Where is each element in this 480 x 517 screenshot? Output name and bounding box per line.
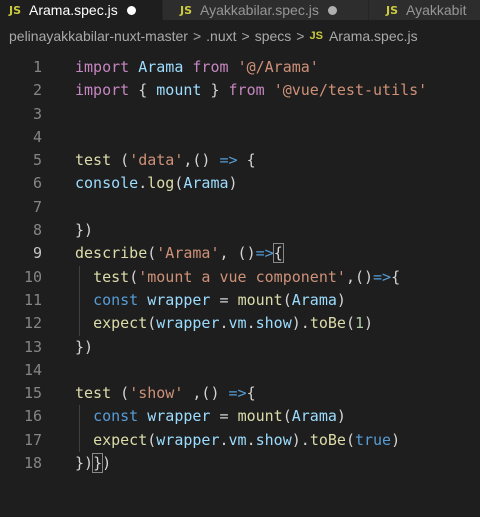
tab-label: Ayakkabilar.spec.js bbox=[200, 2, 319, 18]
code-text: describe('Arama', ()=>{ bbox=[75, 243, 284, 264]
code-line[interactable]: 5 test ('data',() => { bbox=[0, 149, 480, 172]
js-file-icon: JS bbox=[386, 3, 399, 17]
code-text: import { mount } from '@vue/test-utils' bbox=[75, 81, 428, 100]
tab-ayakkabit[interactable]: JS Ayakkabit bbox=[369, 0, 480, 20]
line-number: 2 bbox=[32, 81, 42, 100]
code-line[interactable]: 10 test('mount a vue component',()=>{ bbox=[0, 265, 480, 289]
code-line[interactable]: 15 test ('show' ,() =>{ bbox=[0, 382, 480, 405]
code-text: const wrapper = mount(Arama) bbox=[93, 290, 346, 309]
code-text: const wrapper = mount(Arama) bbox=[93, 407, 346, 426]
tab-ayakkabilar-spec[interactable]: JS Ayakkabilar.spec.js bbox=[163, 0, 369, 20]
breadcrumb: pelinayakkabilar-nuxt-master > .nuxt > s… bbox=[0, 24, 480, 48]
code-text: console.log(Arama) bbox=[75, 174, 238, 193]
code-line[interactable]: 16 const wrapper = mount(Arama) bbox=[0, 405, 480, 429]
code-text: test ('data',() => { bbox=[75, 151, 256, 170]
code-line[interactable]: 2 import { mount } from '@vue/test-utils' bbox=[0, 79, 480, 102]
breadcrumb-item-file[interactable]: Arama.spec.js bbox=[329, 28, 418, 44]
code-line[interactable]: 11 const wrapper = mount(Arama) bbox=[0, 288, 480, 313]
js-file-icon: JS bbox=[9, 3, 22, 17]
code-line[interactable]: 4 bbox=[0, 126, 480, 149]
line-number: 5 bbox=[32, 151, 42, 170]
code-text: test ('show' ,() =>{ bbox=[75, 384, 256, 403]
code-text: expect(wrapper.vm.show).toBe(1) bbox=[93, 314, 374, 333]
code-editor[interactable]: 1 import Arama from '@/Arama' 2 import { m… bbox=[0, 56, 480, 475]
code-text: test('mount a vue component',()=>{ bbox=[93, 267, 401, 286]
code-line[interactable]: 6 console.log(Arama) bbox=[0, 172, 480, 195]
line-number: 4 bbox=[32, 127, 42, 146]
breadcrumb-item-specs[interactable]: specs bbox=[255, 28, 292, 44]
line-number: 18 bbox=[23, 454, 42, 473]
tab-label: Ayakkabit bbox=[406, 2, 467, 18]
code-line[interactable]: 14 bbox=[0, 359, 480, 382]
line-number: 17 bbox=[23, 430, 42, 449]
line-number: 11 bbox=[23, 290, 42, 309]
code-line[interactable]: 13}) bbox=[0, 336, 480, 359]
code-line[interactable]: 7 bbox=[0, 196, 480, 219]
line-number: 15 bbox=[23, 384, 42, 403]
tab-label: Arama.spec.js bbox=[29, 2, 118, 18]
line-number: 7 bbox=[32, 197, 42, 216]
line-number: 13 bbox=[23, 337, 42, 356]
code-line[interactable]: 8}) bbox=[0, 219, 480, 242]
code-line[interactable]: 3 bbox=[0, 103, 480, 126]
unsaved-dot-icon[interactable] bbox=[126, 5, 136, 15]
line-number: 14 bbox=[23, 360, 42, 379]
breadcrumb-item-nuxt[interactable]: .nuxt bbox=[206, 28, 236, 44]
line-number: 3 bbox=[32, 104, 42, 123]
code-line[interactable]: 17 expect(wrapper.vm.show).toBe(true) bbox=[0, 428, 480, 453]
line-number: 10 bbox=[23, 267, 42, 286]
code-line[interactable]: 1 import Arama from '@/Arama' bbox=[0, 56, 480, 79]
unsaved-dot-icon[interactable] bbox=[327, 5, 337, 15]
line-number: 12 bbox=[23, 314, 42, 333]
chevron-right-icon: > bbox=[241, 28, 250, 44]
line-number: 8 bbox=[32, 221, 42, 240]
code-line-current[interactable]: 9 describe('Arama', ()=>{ bbox=[0, 242, 480, 265]
line-number: 9 bbox=[32, 244, 42, 263]
tab-arama-spec[interactable]: JS Arama.spec.js bbox=[0, 0, 163, 20]
line-number: 6 bbox=[32, 174, 42, 193]
breadcrumb-item-project[interactable]: pelinayakkabilar-nuxt-master bbox=[9, 28, 188, 44]
js-file-icon: JS bbox=[180, 3, 193, 17]
line-number: 16 bbox=[23, 407, 42, 426]
js-file-icon: JS bbox=[309, 30, 323, 42]
chevron-right-icon: > bbox=[296, 28, 305, 44]
tab-bar: JS Arama.spec.js JS Ayakkabilar.spec.js … bbox=[0, 0, 480, 20]
chevron-right-icon: > bbox=[192, 28, 202, 44]
code-line[interactable]: 18})}) bbox=[0, 452, 480, 475]
code-text: }) bbox=[75, 337, 94, 356]
code-text: expect(wrapper.vm.show).toBe(true) bbox=[93, 430, 401, 449]
code-text: import Arama from '@/Arama' bbox=[75, 58, 319, 76]
code-text: })}) bbox=[75, 453, 112, 474]
code-line[interactable]: 12 expect(wrapper.vm.show).toBe(1) bbox=[0, 312, 480, 336]
code-text: }) bbox=[75, 221, 94, 240]
line-number: 1 bbox=[32, 58, 42, 76]
